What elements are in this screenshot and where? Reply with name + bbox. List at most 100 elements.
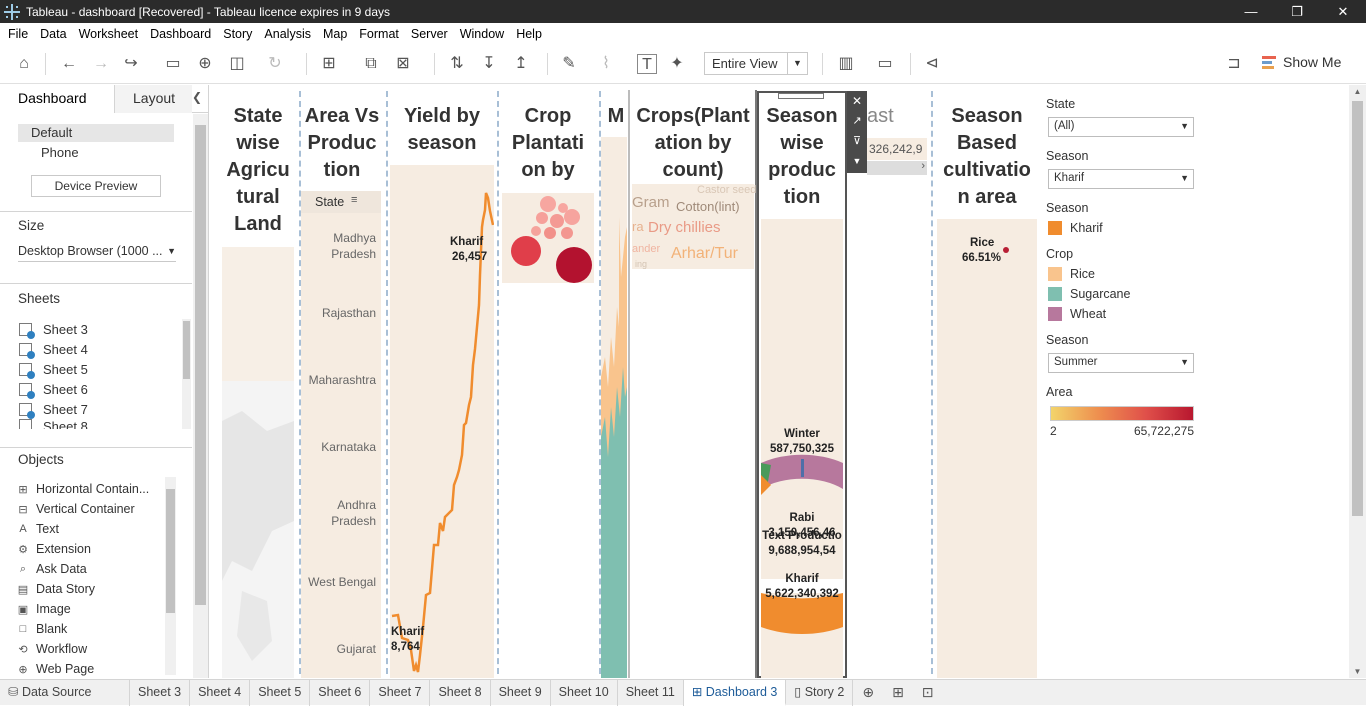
fit-view-select[interactable]: Entire View ▼ — [704, 52, 808, 75]
menu-map[interactable]: Map — [317, 27, 353, 41]
objects-scrollbar-thumb[interactable] — [166, 489, 175, 613]
forecast-scrollbar[interactable]: › — [867, 160, 927, 175]
object-web-page[interactable]: ⊕ Web Page — [16, 659, 156, 679]
object-data-story[interactable]: ▤ Data Story — [16, 579, 156, 599]
state-filter-select[interactable]: (All) ▼ — [1048, 117, 1194, 137]
tab-sheet[interactable]: Sheet 10 — [551, 679, 618, 706]
new-worksheet-tab-icon[interactable]: ⊕ — [853, 680, 883, 706]
sheet-list-item[interactable]: Sheet 4 — [19, 339, 179, 359]
tab-sheet[interactable]: Sheet 9 — [491, 679, 551, 706]
go-to-sheet-icon[interactable]: ↗ — [847, 111, 867, 131]
chevron-right-icon[interactable]: › — [921, 160, 925, 172]
sheets-scrollbar-thumb[interactable] — [183, 321, 190, 379]
menu-file[interactable]: File — [2, 27, 34, 41]
tab-dashboard[interactable]: Dashboard — [0, 85, 114, 113]
menu-dashboard[interactable]: Dashboard — [144, 27, 217, 41]
scrollbar-thumb[interactable] — [1352, 101, 1363, 516]
maximize-button[interactable]: ❐ — [1274, 0, 1320, 23]
object-horizontal-container[interactable]: ⊞ Horizontal Contain... — [16, 479, 156, 499]
text-label-icon[interactable]: T — [637, 54, 657, 74]
menu-data[interactable]: Data — [34, 27, 72, 41]
minimize-button[interactable]: — — [1228, 0, 1274, 23]
clear-sheet-icon[interactable]: ⊠ — [393, 54, 413, 74]
drag-handle-icon[interactable] — [778, 93, 824, 99]
state-column-header[interactable]: State ≡ — [301, 191, 381, 213]
object-blank[interactable]: □ Blank — [16, 619, 156, 639]
object-text[interactable]: A Text — [16, 519, 156, 539]
crop-legend-item[interactable]: Wheat — [1048, 307, 1106, 321]
tab-data-source[interactable]: ⛁ Data Source — [0, 679, 130, 706]
sort-icon[interactable]: ≡ — [351, 194, 357, 206]
tab-sheet[interactable]: Sheet 7 — [370, 679, 431, 706]
device-phone[interactable]: Phone — [28, 144, 184, 162]
season-legend-item[interactable]: Kharif — [1048, 221, 1103, 235]
home-icon[interactable]: ⌂ — [14, 54, 34, 74]
close-button[interactable]: ✕ — [1320, 0, 1366, 23]
device-preview-button[interactable]: Device Preview — [31, 175, 161, 197]
tab-sheet[interactable]: Sheet 11 — [618, 679, 684, 706]
menu-format[interactable]: Format — [353, 27, 405, 41]
object-ask-data[interactable]: ⌕ Ask Data — [16, 559, 156, 579]
new-story-tab-icon[interactable]: ⊡ — [913, 680, 943, 706]
sheet-list-item[interactable]: Sheet 7 — [19, 399, 179, 419]
tab-sheet[interactable]: Sheet 4 — [190, 679, 251, 706]
share-icon[interactable]: ⊲ — [922, 54, 942, 74]
menu-server[interactable]: Server — [405, 27, 454, 41]
pin-icon[interactable]: ✦ — [667, 54, 687, 74]
left-panel-scrollbar-thumb[interactable] — [195, 125, 206, 605]
new-dashboard-tab-icon[interactable]: ⊞ — [883, 680, 913, 706]
object-extension[interactable]: ⚙ Extension — [16, 539, 156, 559]
forecast-value-cell[interactable]: 326,242,9 — [867, 138, 927, 160]
sheet-list-item[interactable]: Sheet 6 — [19, 379, 179, 399]
object-workflow[interactable]: ⟲ Workflow — [16, 639, 156, 659]
size-select[interactable]: Desktop Browser (1000 ... ▼ — [18, 242, 176, 262]
tab-sheet[interactable]: Sheet 3 — [130, 679, 191, 706]
pause-updates-icon[interactable]: ◫ — [227, 54, 247, 74]
new-data-source-icon[interactable]: ⊕ — [195, 54, 215, 74]
tab-story-2[interactable]: ▯ Story 2 — [786, 679, 854, 706]
filter-icon[interactable]: ⊽ — [847, 131, 867, 151]
replay-icon[interactable]: ↪ — [121, 54, 141, 74]
show-me-button[interactable]: Show Me — [1262, 54, 1341, 70]
object-image[interactable]: ▣ Image — [16, 599, 156, 619]
cards-icon[interactable]: ▥ — [836, 54, 856, 74]
new-worksheet-icon[interactable]: ⊞ — [319, 54, 339, 74]
menu-window[interactable]: Window — [454, 27, 510, 41]
scroll-down-icon[interactable]: ▼ — [1349, 667, 1366, 676]
tab-sheet[interactable]: Sheet 5 — [250, 679, 311, 706]
sort-ascending-icon[interactable]: ↧ — [479, 54, 499, 74]
crop-legend-item[interactable]: Sugarcane — [1048, 287, 1130, 301]
presentation-icon[interactable]: ▭ — [875, 54, 895, 74]
device-default[interactable]: Default — [18, 124, 174, 142]
tab-sheet[interactable]: Sheet 8 — [430, 679, 491, 706]
sheet-list-item[interactable]: Sheet 5 — [19, 359, 179, 379]
more-options-icon[interactable]: ▼ — [847, 151, 867, 171]
canvas-vertical-scrollbar[interactable]: ▲ ▼ — [1349, 85, 1366, 678]
tab-layout[interactable]: Layout — [114, 85, 192, 113]
season-area-chart[interactable] — [937, 219, 1037, 678]
menu-story[interactable]: Story — [217, 27, 258, 41]
duplicate-icon[interactable]: ⧉ — [361, 54, 381, 74]
season-summer-filter-select[interactable]: Summer ▼ — [1048, 353, 1194, 373]
undo-icon[interactable]: ← — [59, 54, 79, 74]
m-area-chart[interactable] — [601, 137, 627, 678]
crop-legend-item[interactable]: Rice — [1048, 267, 1095, 281]
menu-analysis[interactable]: Analysis — [258, 27, 317, 41]
tab-dashboard-3[interactable]: ⊞ Dashboard 3 — [683, 679, 787, 706]
season-filter-select[interactable]: Kharif ▼ — [1048, 169, 1194, 189]
highlight-icon[interactable]: ✎ — [559, 54, 579, 74]
redo-icon[interactable]: → — [91, 54, 111, 74]
swap-icon[interactable]: ⇅ — [447, 54, 467, 74]
object-vertical-container[interactable]: ⊟ Vertical Container — [16, 499, 156, 519]
menu-help[interactable]: Help — [510, 27, 548, 41]
save-icon[interactable]: ▭ — [163, 54, 183, 74]
sheet-list-item[interactable]: Sheet 3 — [19, 319, 179, 339]
sheet-list-item[interactable]: Sheet 8 — [19, 419, 179, 429]
state-wise-map[interactable] — [222, 381, 294, 678]
remove-icon[interactable]: ✕ — [847, 91, 867, 111]
menu-worksheet[interactable]: Worksheet — [73, 27, 145, 41]
format-painter-icon[interactable]: ⊐ — [1224, 54, 1244, 74]
bubble-chart[interactable] — [502, 193, 594, 283]
scroll-up-icon[interactable]: ▲ — [1349, 87, 1366, 96]
sort-descending-icon[interactable]: ↥ — [511, 54, 531, 74]
